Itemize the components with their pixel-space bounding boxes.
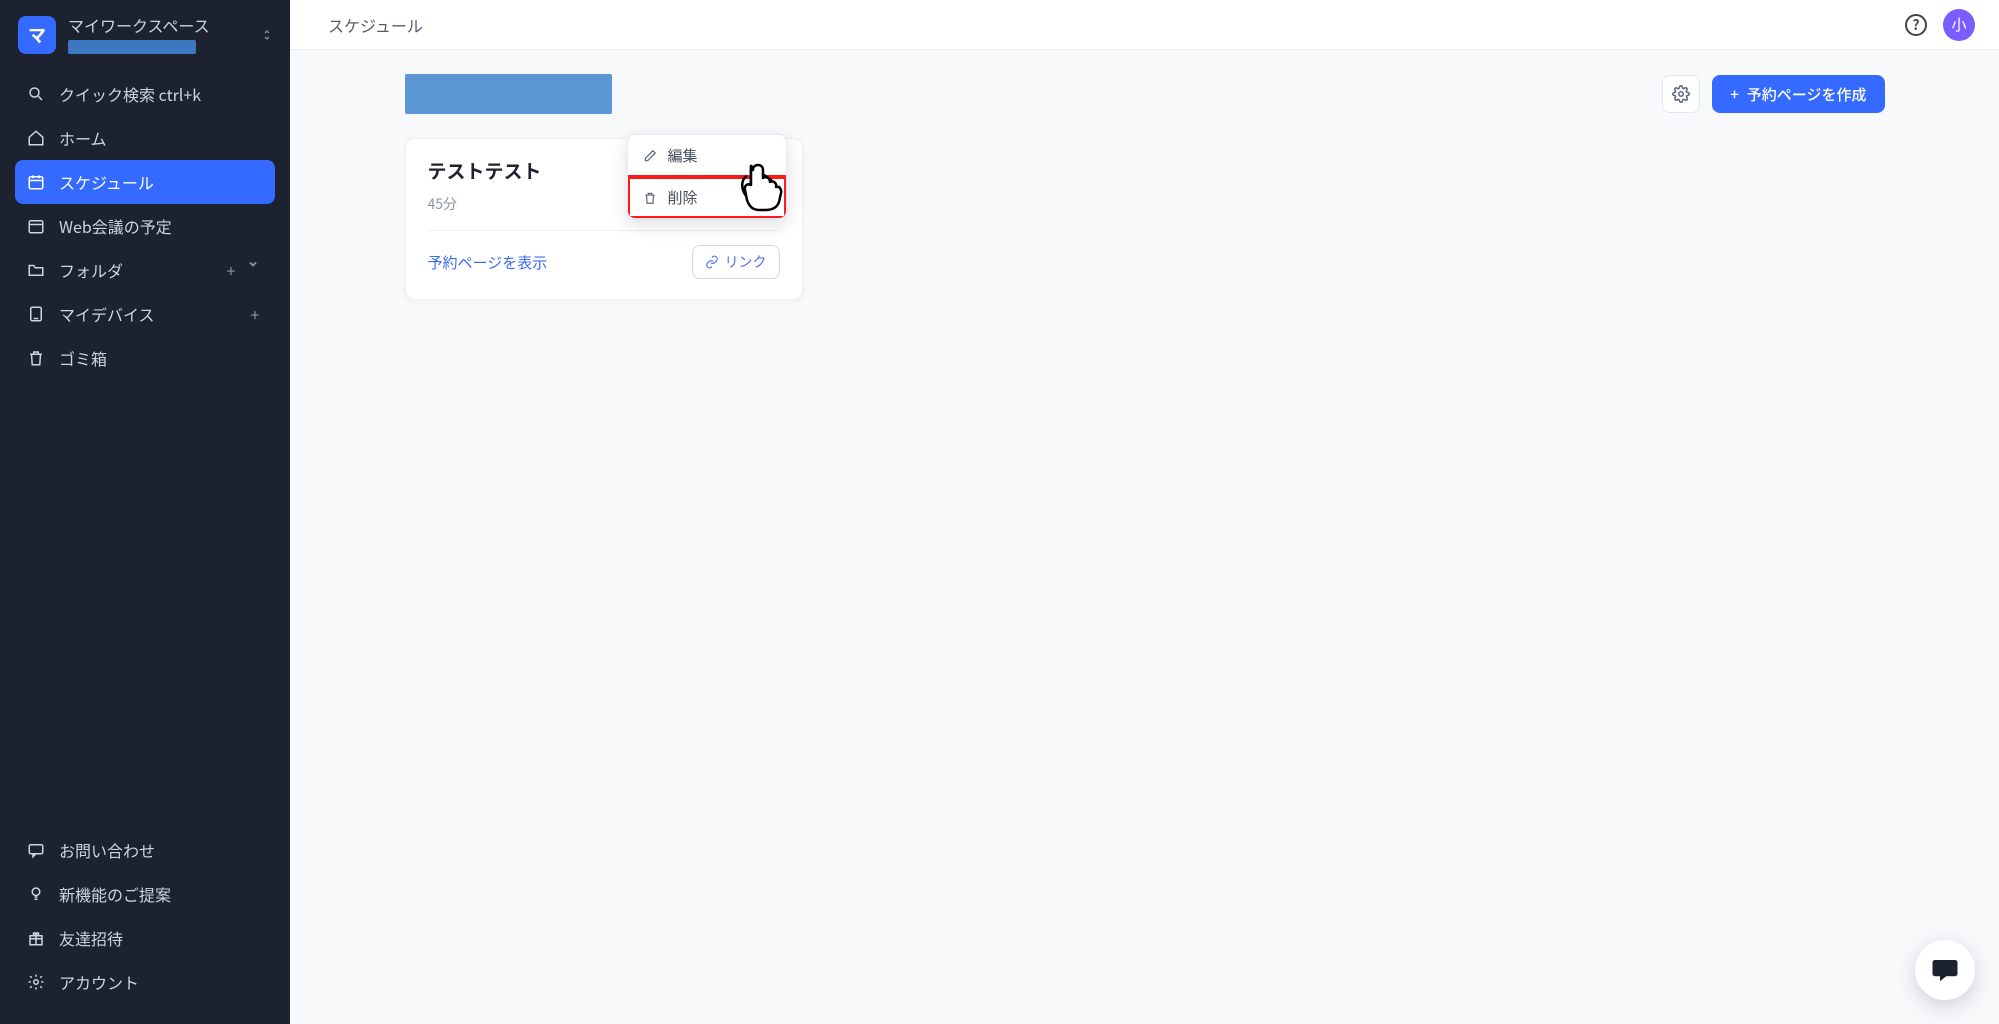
sidebar-item-label: アカウント	[59, 970, 139, 994]
sidebar-item-label: お問い合わせ	[59, 838, 155, 862]
divider	[428, 230, 780, 231]
lightbulb-icon	[27, 885, 45, 903]
copy-link-button[interactable]: リンク	[692, 245, 780, 279]
workspace-caret-icon[interactable]	[262, 28, 272, 42]
menu-item-label: 削除	[668, 187, 698, 208]
chat-fab[interactable]	[1915, 940, 1975, 1000]
sidebar-item-my-device[interactable]: マイデバイス +	[15, 292, 275, 336]
sidebar-item-feedback[interactable]: 新機能のご提案	[15, 872, 275, 916]
menu-item-delete[interactable]: 削除	[628, 177, 786, 218]
help-button[interactable]: ?	[1905, 14, 1927, 36]
sidebar-item-label: フォルダ	[59, 258, 209, 282]
home-icon	[27, 129, 45, 147]
sidebar-item-account[interactable]: アカウント	[15, 960, 275, 1004]
sidebar-item-label: クイック検索 ctrl+k	[59, 82, 263, 106]
workspace-logo: マ	[18, 16, 56, 54]
menu-item-edit[interactable]: 編集	[628, 135, 786, 176]
settings-button[interactable]	[1662, 75, 1700, 113]
avatar[interactable]: 小	[1943, 9, 1975, 41]
topbar: スケジュール ? 小	[290, 0, 1999, 50]
sidebar-item-label: 新機能のご提案	[59, 882, 171, 906]
calendar-check-icon	[27, 217, 45, 235]
folder-icon	[27, 261, 45, 279]
workspace-subtitle-redacted	[68, 40, 196, 54]
sidebar-item-folder[interactable]: フォルダ +	[15, 248, 275, 292]
sidebar-item-label: マイデバイス	[59, 302, 233, 326]
sidebar-item-contact[interactable]: お問い合わせ	[15, 828, 275, 872]
pencil-icon	[642, 148, 658, 164]
gear-icon	[27, 973, 45, 991]
sidebar-item-label: 友達招待	[59, 926, 123, 950]
sidebar-item-home[interactable]: ホーム	[15, 116, 275, 160]
menu-item-label: 編集	[668, 145, 698, 166]
add-icon[interactable]: +	[223, 258, 239, 282]
sidebar-item-schedule[interactable]: スケジュール	[15, 160, 275, 204]
sidebar-item-label: ゴミ箱	[59, 346, 263, 370]
add-icon[interactable]: +	[247, 302, 263, 326]
card-context-menu: 編集 削除	[627, 134, 787, 219]
sidebar-item-label: Web会議の予定	[59, 214, 263, 238]
show-booking-page-link[interactable]: 予約ページを表示	[428, 252, 548, 273]
search-icon	[27, 85, 45, 103]
content-area: + 予約ページを作成 テストテスト ··· 45分 予約ページを表示	[290, 50, 1999, 1024]
sidebar-item-trash[interactable]: ゴミ箱	[15, 336, 275, 380]
workspace-title: マイワークスペース	[68, 16, 250, 35]
create-booking-page-button[interactable]: + 予約ページを作成	[1712, 75, 1884, 113]
sidebar: マ マイワークスペース クイック検索 ctrl+k ホーム	[0, 0, 290, 1024]
section-title-redacted	[405, 74, 612, 114]
page-title: スケジュール	[328, 13, 423, 37]
link-icon	[705, 255, 719, 269]
chat-icon	[27, 841, 45, 859]
sidebar-item-label: ホーム	[59, 126, 263, 150]
calendar-icon	[27, 173, 45, 191]
button-label: リンク	[725, 252, 767, 272]
sidebar-item-quick-search[interactable]: クイック検索 ctrl+k	[15, 72, 275, 116]
plus-icon: +	[1730, 84, 1739, 105]
workspace-switcher[interactable]: マ マイワークスペース	[0, 0, 290, 68]
device-icon	[27, 305, 45, 323]
sidebar-item-web-meeting[interactable]: Web会議の予定	[15, 204, 275, 248]
button-label: 予約ページを作成	[1747, 84, 1867, 105]
sidebar-item-invite[interactable]: 友達招待	[15, 916, 275, 960]
sidebar-item-label: スケジュール	[59, 170, 263, 194]
trash-icon	[642, 190, 658, 206]
chevron-down-icon[interactable]	[247, 258, 263, 282]
trash-icon	[27, 349, 45, 367]
gift-icon	[27, 929, 45, 947]
